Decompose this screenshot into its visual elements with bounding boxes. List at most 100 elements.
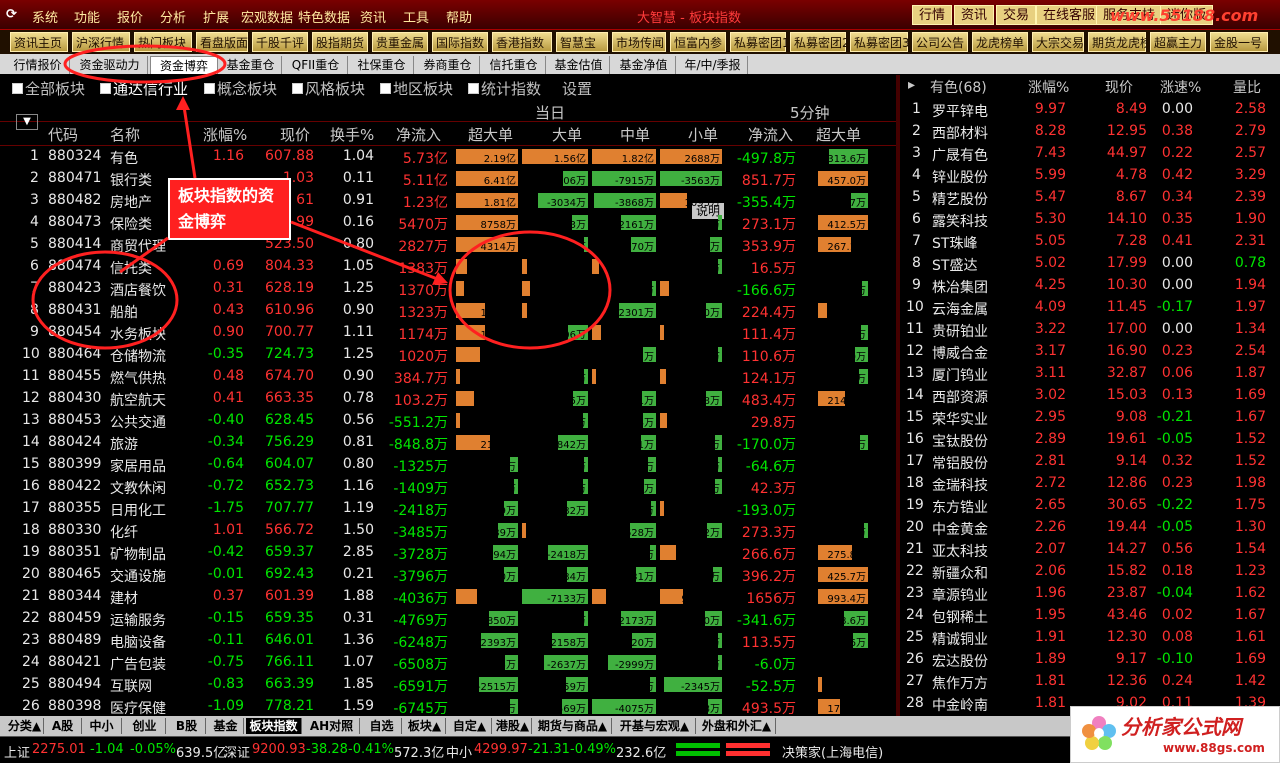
func-button-7[interactable]: 国际指数	[432, 32, 488, 52]
sector-name[interactable]: 商贸代理	[110, 236, 166, 256]
bottom-tab-14[interactable]: 外盘和外汇▲	[698, 718, 776, 734]
col-netflow-5m[interactable]: 净流入	[748, 124, 793, 145]
list-item[interactable]: 4 锌业股份 5.99 4.78 0.42 3.29	[900, 165, 1280, 187]
col-netflow[interactable]: 净流入	[396, 124, 441, 145]
sector-name[interactable]: 房地产	[110, 192, 152, 212]
tab-7[interactable]: 信托重仓	[482, 56, 546, 74]
func-button-16[interactable]: 龙虎榜单	[972, 32, 1028, 52]
sector-name[interactable]: 交通设施	[110, 566, 166, 586]
sector-name[interactable]: 有色	[110, 148, 138, 168]
checkbox-icon[interactable]	[468, 83, 479, 94]
table-row[interactable]: 13 880453 公共交通 -0.40 628.45 0.56 -551.2万 262.0万…	[0, 410, 896, 432]
func-button-14[interactable]: 私募密团3	[850, 32, 910, 52]
table-row[interactable]: 22 880459 运输服务 -0.15 659.35 0.31 -4769万 -1850万 -…	[0, 608, 896, 630]
col-small[interactable]: 小单	[688, 124, 718, 145]
sector-name[interactable]: 建材	[110, 588, 138, 608]
stock-name[interactable]: 新疆众和	[932, 563, 988, 583]
bottom-tab-7[interactable]: AH对照	[304, 718, 360, 734]
menu-tools[interactable]: 工具	[403, 7, 429, 26]
menu-extend[interactable]: 扩展	[203, 7, 229, 26]
filter-tdx-industry[interactable]: 通达信行业	[100, 78, 188, 99]
bottom-tab-5[interactable]: 基金	[208, 718, 244, 734]
sector-name[interactable]: 水务板块	[110, 324, 166, 344]
table-row[interactable]: 11 880455 燃气供热 0.48 674.70 0.90 384.7万 198.8万 -2…	[0, 366, 896, 388]
list-item[interactable]: 15 荣华实业 2.95 9.08 -0.21 1.67	[900, 407, 1280, 429]
table-row[interactable]: 24 880421 广告包装 -0.75 766.11 1.07 -6508万 -843.3万…	[0, 652, 896, 674]
sector-name[interactable]: 酒店餐饮	[110, 280, 166, 300]
func-button-20[interactable]: 金股一号	[1210, 32, 1268, 52]
stock-name[interactable]: 宝钛股份	[932, 431, 988, 451]
sector-name[interactable]: 互联网	[110, 676, 152, 696]
col-price[interactable]: 现价	[280, 124, 310, 145]
list-item[interactable]: 20 中金黄金 2.26 19.44 -0.05 1.30	[900, 517, 1280, 539]
col-superlarge[interactable]: 超大单	[468, 124, 513, 145]
trade-button[interactable]: 交易	[996, 5, 1037, 25]
func-button-5[interactable]: 股指期货	[312, 32, 368, 52]
table-row[interactable]: 18 880330 化纤 1.01 566.72 1.50 -3485万 -1289万 38.4…	[0, 520, 896, 542]
list-item[interactable]: 10 云海金属 4.09 11.45 -0.17 1.97	[900, 297, 1280, 319]
list-item[interactable]: 11 贵研铂业 3.22 17.00 0.00 1.34	[900, 319, 1280, 341]
func-button-17[interactable]: 大宗交易	[1032, 32, 1084, 52]
stock-name[interactable]: 宏达股份	[932, 651, 988, 671]
table-row[interactable]: 2 880471 银行类 1.03 0.11 5.11亿 6.41亿 -1506万 -7915万…	[0, 168, 896, 190]
sector-name[interactable]: 仓储物流	[110, 346, 166, 366]
menu-help[interactable]: 帮助	[446, 7, 472, 26]
table-row[interactable]: 21 880344 建材 0.37 601.39 1.88 -4036万 1325万 -7133…	[0, 586, 896, 608]
stock-name[interactable]: 厦门钨业	[932, 365, 988, 385]
table-row[interactable]: 19 880351 矿物制品 -0.42 659.37 2.85 -3728万 -1594万 -…	[0, 542, 896, 564]
sector-name[interactable]: 保险类	[110, 214, 152, 234]
stock-name[interactable]: 广晟有色	[932, 145, 988, 165]
bottom-tab-13[interactable]: 开基与宏观▲	[614, 718, 696, 734]
menu-system[interactable]: 系统	[32, 7, 58, 26]
tab-2[interactable]: 资金博弈	[150, 56, 218, 74]
sector-name[interactable]: 公共交通	[110, 412, 166, 432]
list-item[interactable]: 21 亚太科技 2.07 14.27 0.56 1.54	[900, 539, 1280, 561]
sector-name[interactable]: 电脑设备	[110, 632, 166, 652]
col-superlarge-5m[interactable]: 超大单	[816, 124, 861, 145]
stock-name[interactable]: 贵研铂业	[932, 321, 988, 341]
menu-analysis[interactable]: 分析	[160, 7, 186, 26]
right-header-speed[interactable]: 涨速%	[1160, 77, 1201, 97]
sector-name[interactable]: 矿物制品	[110, 544, 166, 564]
checkbox-icon[interactable]	[100, 83, 111, 94]
col-code[interactable]: 代码	[48, 124, 78, 145]
tab-1[interactable]: 资金驱动力	[72, 56, 148, 74]
list-item[interactable]: 12 博威合金 3.17 16.90 0.23 2.54	[900, 341, 1280, 363]
list-item[interactable]: 23 章源钨业 1.96 23.87 -0.04 1.62	[900, 583, 1280, 605]
sector-name[interactable]: 燃气供热	[110, 368, 166, 388]
func-button-6[interactable]: 贵重金属	[372, 32, 428, 52]
right-header-price[interactable]: 现价	[1105, 77, 1133, 97]
settings-link[interactable]: 设置	[562, 78, 592, 99]
list-item[interactable]: 25 精诚铜业 1.91 12.30 0.08 1.61	[900, 627, 1280, 649]
tab-10[interactable]: 年/中/季报	[678, 56, 748, 74]
tab-6[interactable]: 券商重仓	[416, 56, 480, 74]
stock-name[interactable]: 包钢稀土	[932, 607, 988, 627]
tab-4[interactable]: QFII重仓	[284, 56, 348, 74]
filter-concept[interactable]: 概念板块	[204, 78, 277, 99]
checkbox-icon[interactable]	[292, 83, 303, 94]
func-button-11[interactable]: 恒富内参	[670, 32, 726, 52]
list-item[interactable]: 19 东方锆业 2.65 30.65 -0.22 1.75	[900, 495, 1280, 517]
list-item[interactable]: 5 精艺股份 5.47 8.67 0.34 2.39	[900, 187, 1280, 209]
func-button-18[interactable]: 期货龙虎榜	[1088, 32, 1152, 52]
func-button-9[interactable]: 智慧宝	[556, 32, 608, 52]
bottom-tab-6[interactable]: 板块指数	[246, 718, 302, 734]
func-button-19[interactable]: 超赢主力	[1150, 32, 1206, 52]
table-row[interactable]: 17 880355 日用化工 -1.75 707.77 1.19 -2418万 -909万 -1…	[0, 498, 896, 520]
filter-all-sectors[interactable]: 全部板块	[12, 78, 85, 99]
table-row[interactable]: 15 880399 家居用品 -0.64 604.07 0.80 -1325万 -530.2万…	[0, 454, 896, 476]
table-row[interactable]: 23 880489 电脑设备 -0.11 646.01 1.36 -6248万 -2393万 -…	[0, 630, 896, 652]
list-item[interactable]: 26 宏达股份 1.89 9.17 -0.10 1.69	[900, 649, 1280, 671]
func-button-10[interactable]: 市场传闻	[612, 32, 666, 52]
stock-name[interactable]: 西部资源	[932, 387, 988, 407]
expand-icon[interactable]: ▸	[908, 77, 915, 93]
sector-name[interactable]: 医疗保健	[110, 698, 166, 716]
sector-name[interactable]: 旅游	[110, 434, 138, 454]
bottom-tab-3[interactable]: 创业	[124, 718, 166, 734]
menu-function[interactable]: 功能	[74, 7, 100, 26]
func-button-15[interactable]: 公司公告	[912, 32, 968, 52]
bottom-tab-4[interactable]: B股	[168, 718, 206, 734]
sector-name[interactable]: 广告包装	[110, 654, 166, 674]
menu-quote[interactable]: 报价	[117, 7, 143, 26]
table-row[interactable]: 1 880324 有色 1.16 607.88 1.04 5.73亿 2.19亿 1.56亿 1.…	[0, 146, 896, 168]
